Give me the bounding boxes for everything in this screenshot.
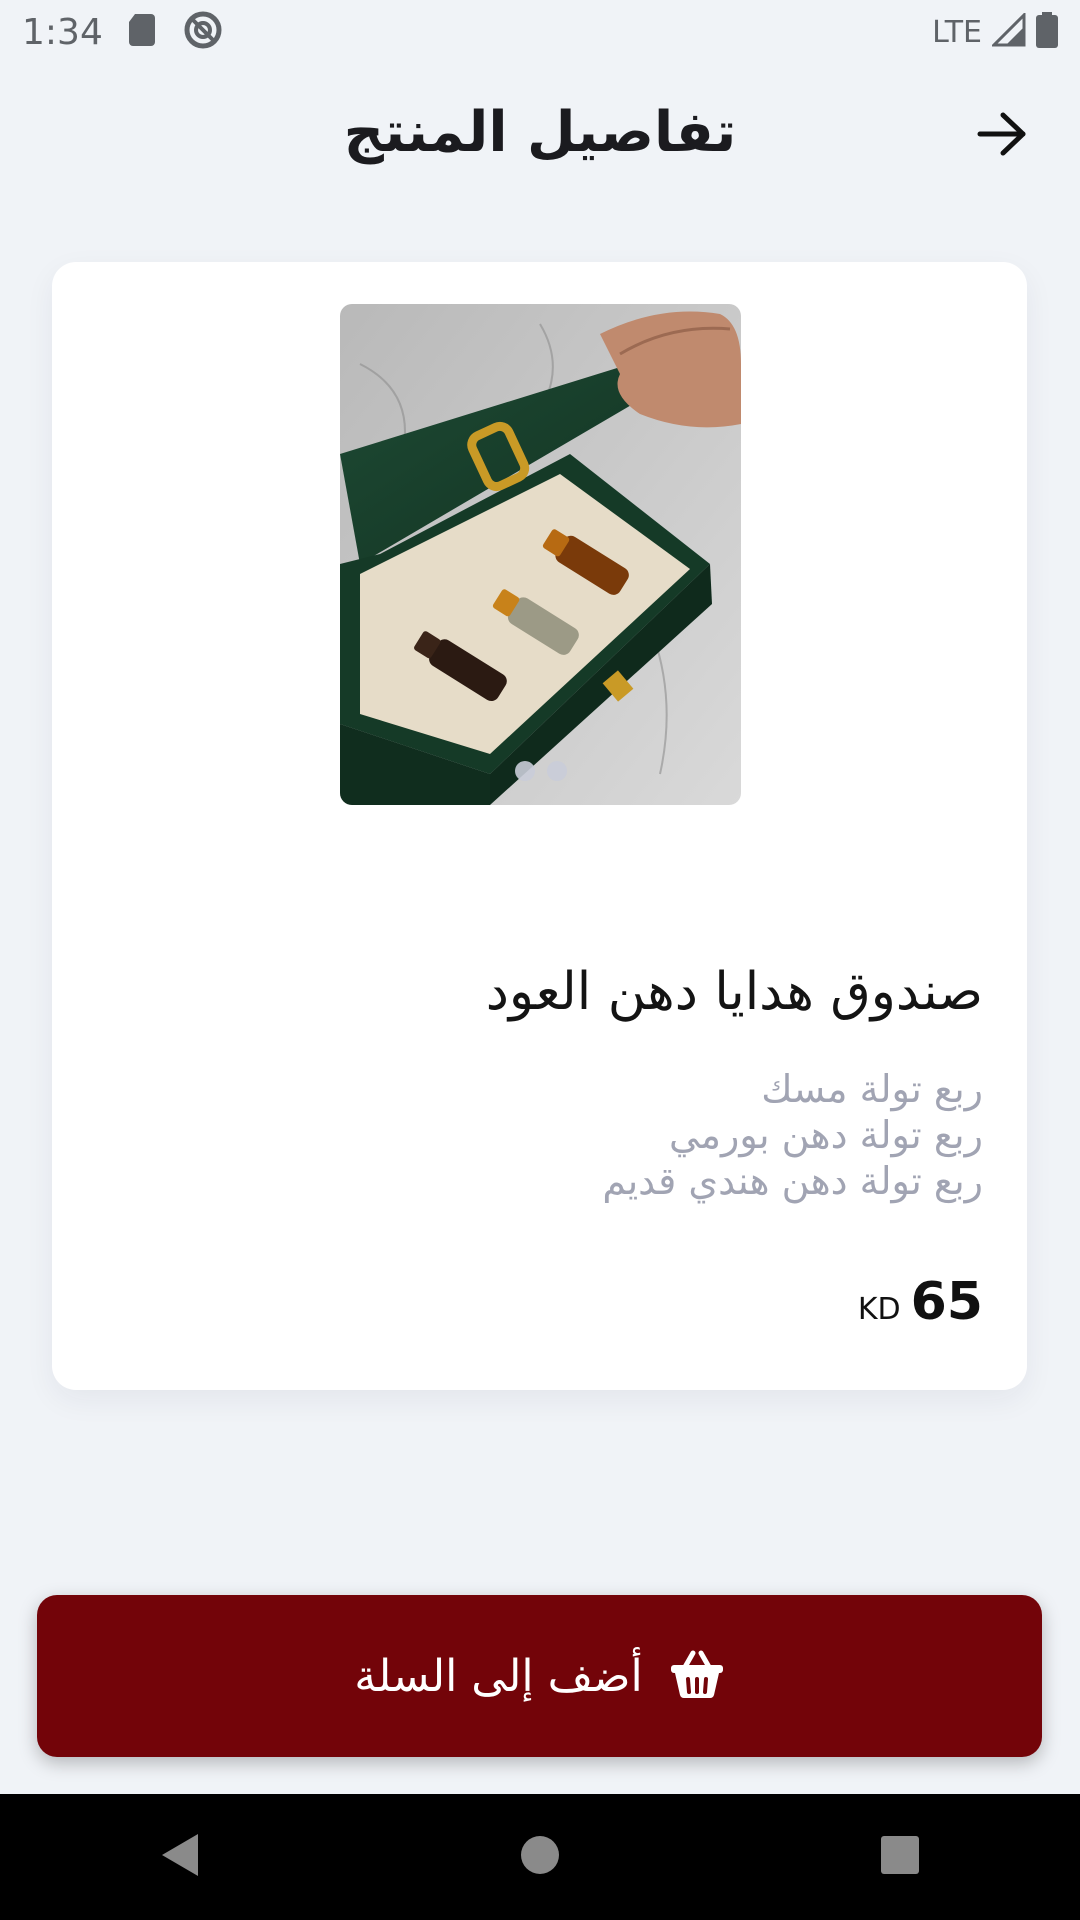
page-title: تفاصيل المنتج (343, 100, 737, 165)
product-image-carousel[interactable] (340, 304, 741, 805)
nav-recents-button[interactable] (840, 1807, 960, 1907)
add-to-cart-label: أضف إلى السلة (354, 1650, 643, 1702)
add-to-cart-button[interactable]: أضف إلى السلة (37, 1595, 1042, 1757)
back-button[interactable] (968, 104, 1038, 168)
price-currency: KD (857, 1292, 901, 1327)
product-price: KD 65 (858, 1272, 983, 1332)
product-photo (340, 304, 741, 805)
status-right: LTE (932, 11, 1058, 52)
triangle-back-icon (160, 1832, 200, 1882)
product-card: صندوق هدايا دهن العود ربع تولة مسك ربع ت… (52, 262, 1027, 1390)
nav-home-button[interactable] (480, 1807, 600, 1907)
battery-icon (1036, 12, 1058, 52)
circle-home-icon (519, 1834, 561, 1880)
basket-icon (669, 1649, 725, 1703)
network-type: LTE (932, 14, 982, 50)
description-line: ربع تولة دهن هندي قديم (602, 1159, 983, 1203)
status-time: 1:34 (22, 11, 103, 53)
app-header: تفاصيل المنتج (0, 64, 1080, 212)
price-value: 65 (910, 1272, 983, 1332)
status-left: 1:34 (22, 10, 223, 54)
arrow-right-icon (977, 111, 1029, 161)
product-description: ربع تولة مسك ربع تولة دهن بورمي ربع تولة… (103, 1066, 983, 1204)
description-line: ربع تولة مسك (761, 1067, 983, 1111)
sd-card-icon (128, 14, 157, 50)
signal-icon (990, 11, 1026, 51)
nav-back-button[interactable] (120, 1807, 240, 1907)
carousel-dot[interactable] (546, 761, 567, 781)
product-name: صندوق هدايا دهن العود (485, 962, 983, 1022)
no-sync-icon (183, 10, 223, 54)
status-bar: 1:34 LTE (0, 0, 1080, 64)
square-recents-icon (880, 1835, 920, 1879)
description-line: ربع تولة دهن بورمي (668, 1113, 983, 1157)
system-nav-bar (0, 1794, 1080, 1920)
carousel-indicator (340, 761, 741, 781)
carousel-dot[interactable] (514, 761, 535, 781)
